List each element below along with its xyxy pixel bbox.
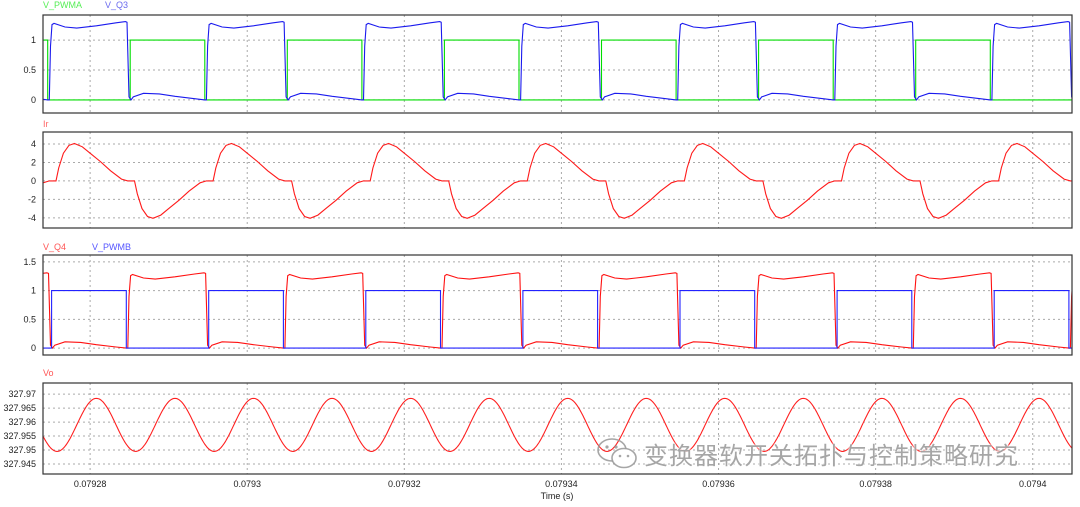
- plot-frame: [42, 131, 1073, 229]
- panel-2: -4 -2 0 2 4 Ir: [28, 119, 1073, 229]
- x-tick-label: 0.07928: [74, 479, 107, 489]
- wechat-icon: [597, 437, 637, 468]
- y-tick-label: 327.95: [8, 445, 36, 455]
- y-tick-label: 1: [31, 35, 36, 45]
- plot-frame: [42, 254, 1073, 356]
- legend-label: V_Q3: [105, 0, 128, 10]
- y-tick-label: 1: [31, 286, 36, 296]
- y-tick-label: 4: [31, 139, 36, 149]
- panel-1: 0 0.5 1 V_PWMA V_Q3: [23, 0, 1073, 114]
- watermark-text: 变换器软开关拓扑与控制策略研究: [644, 442, 1019, 470]
- y-tick-label: 327.945: [3, 459, 36, 469]
- y-tick-label: 2: [31, 157, 36, 167]
- y-tick-label: -2: [28, 194, 36, 204]
- y-tick-label: 327.96: [8, 417, 36, 427]
- x-axis-label: Time (s): [541, 491, 574, 501]
- y-tick-label: 327.955: [3, 431, 36, 441]
- panel-3: 0 0.5 1 1.5 V_Q4 V_PWMB: [23, 242, 1073, 356]
- legend-label: V_PWMA: [43, 0, 82, 10]
- waveform-chart: 0 0.5 1 V_PWMA V_Q3 -4 -2 0 2 4 Ir 0 0.5 1 1.5 V_Q4 V_PW…: [3, 0, 1073, 501]
- x-tick-label: 0.0793: [233, 479, 261, 489]
- legend-label: V_PWMB: [92, 242, 131, 252]
- y-tick-label: 0: [31, 343, 36, 353]
- x-tick-label: 0.07938: [859, 479, 892, 489]
- series-line-v-q4: [43, 272, 1072, 350]
- y-tick-label: -4: [28, 213, 36, 223]
- y-tick-label: 0: [31, 95, 36, 105]
- legend-label: V_Q4: [43, 242, 66, 252]
- y-tick-label: 0: [31, 176, 36, 186]
- x-tick-label: 0.0794: [1019, 479, 1047, 489]
- legend-label: Vo: [43, 368, 54, 378]
- y-tick-label: 327.97: [8, 389, 36, 399]
- y-tick-label: 327.965: [3, 403, 36, 413]
- series-line-v-q3: [43, 21, 1072, 101]
- x-tick-label: 0.07936: [702, 479, 735, 489]
- x-tick-label: 0.07932: [388, 479, 421, 489]
- x-tick-label: 0.07934: [545, 479, 578, 489]
- y-tick-label: 0.5: [23, 314, 36, 324]
- y-tick-label: 1.5: [23, 257, 36, 267]
- legend-label: Ir: [43, 119, 49, 129]
- y-tick-label: 0.5: [23, 65, 36, 75]
- watermark: 变换器软开关拓扑与控制策略研究: [596, 436, 1019, 471]
